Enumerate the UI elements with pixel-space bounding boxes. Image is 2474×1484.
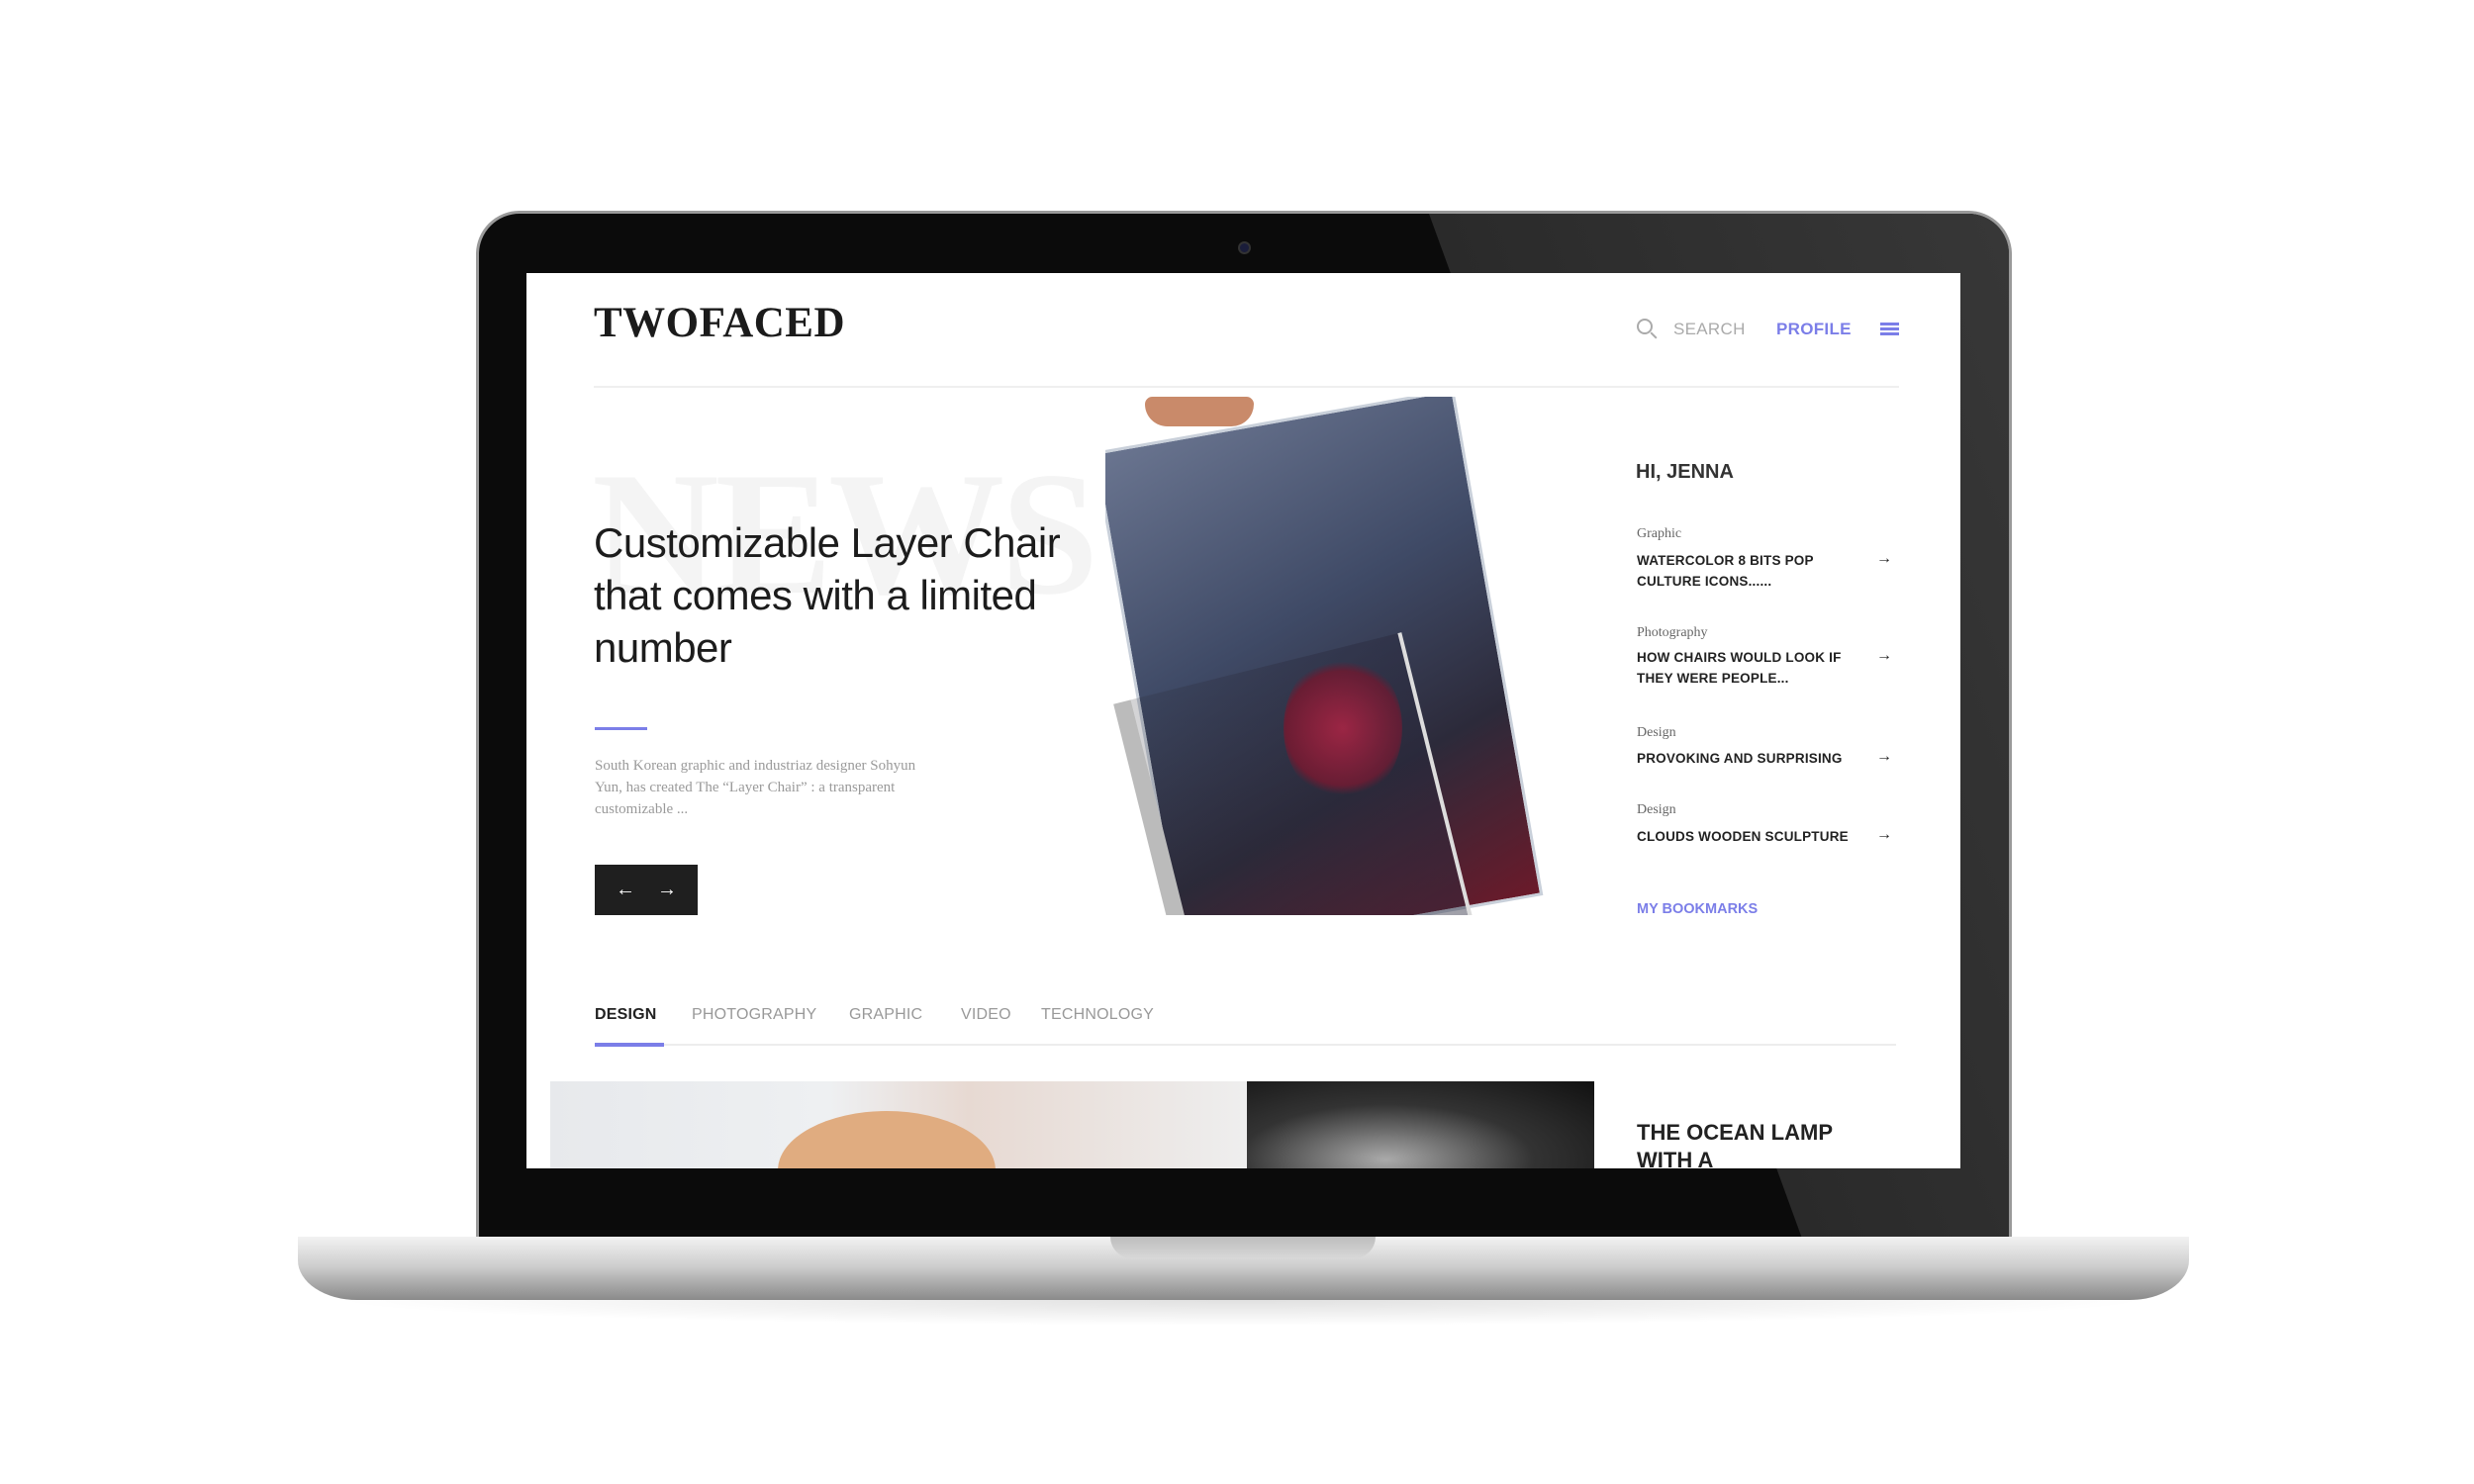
tabs-divider	[595, 1044, 1896, 1046]
item-title[interactable]: WATERCOLOR 8 BITS POP CULTURE ICONS.....…	[1637, 550, 1855, 592]
logo[interactable]: TWOFACED	[594, 299, 845, 347]
camera	[1238, 241, 1251, 254]
item-title[interactable]: PROVOKING AND SURPRISING	[1637, 748, 1874, 769]
article-image[interactable]	[550, 1081, 1247, 1168]
item-title[interactable]: CLOUDS WOODEN SCULPTURE	[1637, 826, 1874, 847]
accent-line	[595, 727, 647, 730]
tab-technology[interactable]: TECHNOLOGY	[1041, 1006, 1154, 1024]
greeting: HI, JENNA	[1636, 461, 1734, 483]
header-divider	[594, 386, 1899, 388]
arrow-right-icon[interactable]: →	[657, 879, 677, 901]
item-category: Design	[1637, 802, 1676, 817]
hero-image	[1105, 397, 1591, 915]
search-icon[interactable]	[1637, 319, 1653, 334]
tab-photography[interactable]: PHOTOGRAPHY	[692, 1006, 816, 1024]
ocean-lamp-image[interactable]	[1247, 1081, 1594, 1168]
website-screen: TWOFACED SEARCH PROFILE NEWS Customizabl…	[526, 273, 1960, 1168]
tab-graphic[interactable]: GRAPHIC	[849, 1006, 922, 1024]
laptop-notch	[1110, 1237, 1376, 1258]
slider-pager: ← →	[595, 865, 698, 915]
item-category: Design	[1637, 725, 1676, 740]
feature-title[interactable]: THE OCEAN LAMP WITH A BEAUTIFUL	[1637, 1119, 1835, 1168]
profile-link[interactable]: PROFILE	[1776, 320, 1852, 339]
arrow-right-icon[interactable]: →	[1876, 550, 1892, 568]
arrow-right-icon[interactable]: →	[1876, 826, 1892, 844]
search-link[interactable]: SEARCH	[1673, 320, 1746, 339]
laptop-shadow	[327, 1300, 2157, 1326]
tab-video[interactable]: VIDEO	[961, 1006, 1011, 1024]
item-category: Graphic	[1637, 526, 1682, 541]
tab-design[interactable]: DESIGN	[595, 1006, 657, 1024]
hero-excerpt: South Korean graphic and industriaz desi…	[595, 758, 916, 817]
my-bookmarks-link[interactable]: MY BOOKMARKS	[1637, 901, 1758, 917]
arrow-left-icon[interactable]: ←	[616, 879, 635, 901]
item-title[interactable]: HOW CHAIRS WOULD LOOK IF THEY WERE PEOPL…	[1637, 647, 1855, 689]
item-category: Photography	[1637, 625, 1708, 640]
hand	[1145, 397, 1254, 426]
arrow-right-icon[interactable]: →	[1876, 748, 1892, 766]
arrow-right-icon[interactable]: →	[1876, 647, 1892, 665]
active-tab-indicator	[595, 1043, 664, 1047]
hero-headline[interactable]: Customizable Layer Chair that comes with…	[594, 516, 1108, 674]
menu-icon[interactable]	[1880, 323, 1899, 335]
